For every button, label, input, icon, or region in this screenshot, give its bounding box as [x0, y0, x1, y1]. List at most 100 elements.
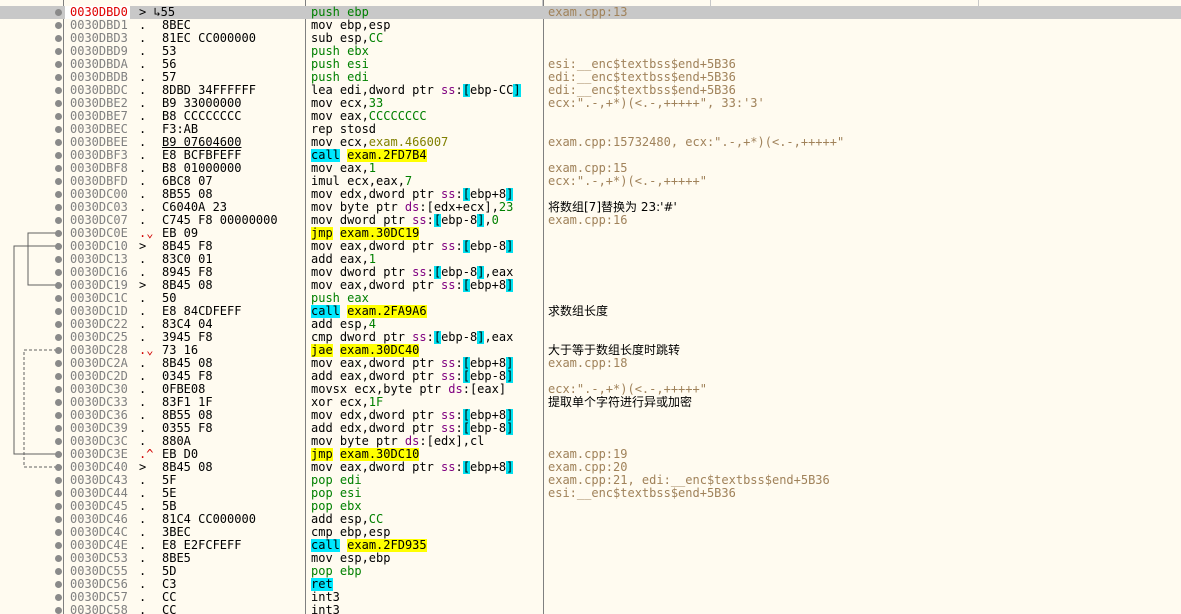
instruction-row[interactable]: 0030DBEC. F3:AB rep stosd	[0, 123, 1181, 136]
instruction-row[interactable]: 0030DC4C. 3BEC cmp ebp,esp	[0, 526, 1181, 539]
disassembly-view[interactable]: 0030DBD0 > ↳55 push ebp exam.cpp:13 0030DBD1…	[0, 0, 1181, 614]
instruction-row[interactable]: 0030DC56. C3 ret	[0, 578, 1181, 591]
instruction-row[interactable]: 0030DC28 .⌄ 73 16 jae exam.30DC40 大于等于数组长度时跳…	[0, 344, 1181, 357]
breakpoint-dot-icon[interactable]	[55, 503, 62, 510]
instruction-row[interactable]: 0030DC1C. 50 push eax	[0, 292, 1181, 305]
instruction-row[interactable]: 0030DC16. 8945 F8 mov dword ptr ss:[ebp-8]…	[0, 266, 1181, 279]
breakpoint-dot-icon[interactable]	[55, 360, 62, 367]
breakpoint-dot-icon[interactable]	[55, 295, 62, 302]
instruction-row[interactable]: 0030DBDC. 8DBD 34FFFFFF lea edi,dword ptr …	[0, 84, 1181, 97]
instruction-row[interactable]: 0030DC58. CC int3	[0, 604, 1181, 614]
breakpoint-dot-icon[interactable]	[55, 230, 62, 237]
address-cell: 0030DC45	[70, 500, 128, 513]
breakpoint-dot-icon[interactable]	[55, 490, 62, 497]
instruction-row[interactable]: 0030DBF8. B8 01000000 mov eax,1 exam.cpp:15	[0, 162, 1181, 175]
instruction-token: :	[455, 370, 463, 383]
instruction-row[interactable]: 0030DC40 >8B45 08 mov eax,dword ptr ss:[eb…	[0, 461, 1181, 474]
instruction-row[interactable]: 0030DBEE. B9 07604600 mov ecx,exam.466007 e…	[0, 136, 1181, 149]
breakpoint-dot-icon[interactable]	[55, 399, 62, 406]
instruction-row[interactable]: 0030DC33. 83F1 1F xor ecx,1F 提取单个字符进行异或加密	[0, 396, 1181, 409]
instruction-row[interactable]: 0030DC00. 8B55 08 mov edx,dword ptr ss:[eb…	[0, 188, 1181, 201]
breakpoint-dot-icon[interactable]	[55, 282, 62, 289]
instruction-row[interactable]: 0030DC0E .⌄ EB 09 jmp exam.30DC19	[0, 227, 1181, 240]
instruction-row[interactable]: 0030DBD0 > ↳55 push ebp exam.cpp:13	[0, 6, 1181, 19]
breakpoint-dot-icon[interactable]	[55, 126, 62, 133]
instruction-row[interactable]: 0030DC46. 81C4 CC000000 add esp,CC	[0, 513, 1181, 526]
instruction-row[interactable]: 0030DC53. 8BE5 mov esp,ebp	[0, 552, 1181, 565]
instruction-row[interactable]: 0030DC44. 5E pop esi esi:__enc$textbss$end+…	[0, 487, 1181, 500]
breakpoint-dot-icon[interactable]	[55, 165, 62, 172]
instruction-row[interactable]: 0030DBE7. B8 CCCCCCCC mov eax,CCCCCCCC	[0, 110, 1181, 123]
instruction-row[interactable]: 0030DC57. CC int3	[0, 591, 1181, 604]
instruction-row[interactable]: 0030DBFD. 6BC8 07 imul ecx,eax,7 ecx:".-,+*…	[0, 175, 1181, 188]
breakpoint-dot-icon[interactable]	[55, 269, 62, 276]
breakpoint-dot-icon[interactable]	[55, 451, 62, 458]
instruction-token: ebp-CC	[469, 84, 514, 97]
breakpoint-dot-icon[interactable]	[55, 217, 62, 224]
breakpoint-dot-icon[interactable]	[55, 9, 62, 16]
breakpoint-dot-icon[interactable]	[55, 334, 62, 341]
breakpoint-dot-icon[interactable]	[55, 386, 62, 393]
breakpoint-dot-icon[interactable]	[55, 48, 62, 55]
breakpoint-dot-icon[interactable]	[55, 568, 62, 575]
breakpoint-dot-icon[interactable]	[55, 152, 62, 159]
breakpoint-dot-icon[interactable]	[55, 464, 62, 471]
breakpoint-dot-icon[interactable]	[55, 178, 62, 185]
instruction-row[interactable]: 0030DC30. 0FBE08 movsx ecx,byte ptr ds:[ea…	[0, 383, 1181, 396]
breakpoint-dot-icon[interactable]	[55, 204, 62, 211]
breakpoint-dot-icon[interactable]	[55, 373, 62, 380]
breakpoint-dot-icon[interactable]	[55, 542, 62, 549]
instruction-row[interactable]: 0030DBD9. 53 push ebx	[0, 45, 1181, 58]
breakpoint-dot-icon[interactable]	[55, 61, 62, 68]
instruction-row[interactable]: 0030DC25. 3945 F8 cmp dword ptr ss:[ebp-8]…	[0, 331, 1181, 344]
instruction-row[interactable]: 0030DC39. 0355 F8 add edx,dword ptr ss:[eb…	[0, 422, 1181, 435]
instruction-row[interactable]: 0030DC36. 8B55 08 mov edx,dword ptr ss:[eb…	[0, 409, 1181, 422]
instruction-row[interactable]: 0030DBD1. 8BEC mov ebp,esp	[0, 19, 1181, 32]
breakpoint-dot-icon[interactable]	[55, 308, 62, 315]
instruction-row[interactable]: 0030DC3C. 880A mov byte ptr ds:[edx],cl	[0, 435, 1181, 448]
breakpoint-dot-icon[interactable]	[55, 113, 62, 120]
breakpoint-dot-icon[interactable]	[55, 555, 62, 562]
breakpoint-dot-icon[interactable]	[55, 100, 62, 107]
instruction-row[interactable]: 0030DBD3. 81EC CC000000 sub esp,CC	[0, 32, 1181, 45]
breakpoint-dot-icon[interactable]	[55, 516, 62, 523]
instruction-row[interactable]: 0030DC43. 5F pop edi exam.cpp:21, edi:__enc…	[0, 474, 1181, 487]
breakpoint-dot-icon[interactable]	[55, 321, 62, 328]
breakpoint-dot-icon[interactable]	[55, 256, 62, 263]
breakpoint-dot-icon[interactable]	[55, 425, 62, 432]
breakpoint-dot-icon[interactable]	[55, 191, 62, 198]
instruction-row[interactable]: 0030DBDB. 57 push edi edi:__enc$textbss$end…	[0, 71, 1181, 84]
instruction-row[interactable]: 0030DC1D. E8 84CDFEFF call exam.2FA9A6 求数组长…	[0, 305, 1181, 318]
instruction-row[interactable]: 0030DC55. 5D pop ebp	[0, 565, 1181, 578]
instruction-row[interactable]: 0030DC2D. 0345 F8 add eax,dword ptr ss:[eb…	[0, 370, 1181, 383]
breakpoint-dot-icon[interactable]	[55, 529, 62, 536]
breakpoint-dot-icon[interactable]	[55, 139, 62, 146]
instruction-token: ss	[441, 357, 456, 370]
breakpoint-dot-icon[interactable]	[55, 347, 62, 354]
breakpoint-dot-icon[interactable]	[55, 87, 62, 94]
instruction-row[interactable]: 0030DC07. C745 F8 00000000 mov dword ptr s…	[0, 214, 1181, 227]
breakpoint-dot-icon[interactable]	[55, 243, 62, 250]
breakpoint-dot-icon[interactable]	[55, 607, 62, 614]
instruction-row[interactable]: 0030DC3E .^ EB D0 jmp exam.30DC10 exam.cpp:1…	[0, 448, 1181, 461]
instruction-row[interactable]: 0030DBDA. 56 push esi esi:__enc$textbss$end…	[0, 58, 1181, 71]
breakpoint-dot-icon[interactable]	[55, 412, 62, 419]
breakpoint-dot-icon[interactable]	[55, 477, 62, 484]
breakpoint-dot-icon[interactable]	[55, 581, 62, 588]
instruction-row[interactable]: 0030DC10 >8B45 F8 mov eax,dword ptr ss:[eb…	[0, 240, 1181, 253]
instruction-row[interactable]: 0030DC45. 5B pop ebx	[0, 500, 1181, 513]
instruction-row[interactable]: 0030DC4E. E8 E2FCFEFF call exam.2FD935	[0, 539, 1181, 552]
breakpoint-dot-icon[interactable]	[55, 594, 62, 601]
breakpoint-dot-icon[interactable]	[55, 22, 62, 29]
instruction-row[interactable]: 0030DC19 >8B45 08 mov eax,dword ptr ss:[eb…	[0, 279, 1181, 292]
instruction-row[interactable]: 0030DBE2. B9 33000000 mov ecx,33 ecx:".-,+*…	[0, 97, 1181, 110]
instruction-row[interactable]: 0030DC2A. 8B45 08 mov eax,dword ptr ss:[eb…	[0, 357, 1181, 370]
instruction-row[interactable]: 0030DBF3. E8 BCFBFEFF call exam.2FD7B4	[0, 149, 1181, 162]
breakpoint-dot-icon[interactable]	[55, 74, 62, 81]
instruction-row[interactable]: 0030DC03. C6040A 23 mov byte ptr ds:[edx+e…	[0, 201, 1181, 214]
instruction-row[interactable]: 0030DC13. 83C0 01 add eax,1	[0, 253, 1181, 266]
instruction-cell: cmp ebp,esp	[311, 526, 543, 539]
breakpoint-dot-icon[interactable]	[55, 438, 62, 445]
breakpoint-dot-icon[interactable]	[55, 35, 62, 42]
instruction-row[interactable]: 0030DC22. 83C4 04 add esp,4	[0, 318, 1181, 331]
